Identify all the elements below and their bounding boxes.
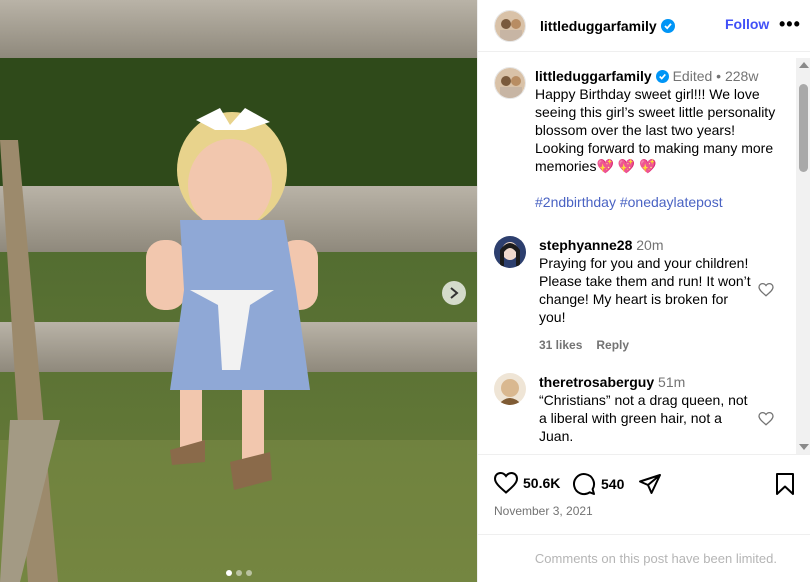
comment-username[interactable]: theretrosaberguy (539, 374, 654, 390)
caption-emoji: 💖 💖 💖 (596, 158, 657, 174)
comment-text: Praying for you and your children! Pleas… (539, 255, 751, 325)
caption-age: 228w (724, 68, 759, 84)
comments-scrollbar[interactable] (796, 58, 810, 454)
follow-button[interactable]: Follow (725, 16, 769, 32)
comment-likes[interactable]: 31 likes (539, 338, 582, 352)
comment-like-heart-icon[interactable] (758, 412, 774, 426)
post-header: littleduggarfamily Follow ••• (478, 0, 810, 52)
carousel-dot (235, 570, 242, 576)
verified-badge-icon (660, 18, 675, 33)
chevron-right-icon (450, 287, 459, 299)
next-image-button[interactable] (442, 281, 466, 305)
comment-icon (573, 473, 596, 496)
share-button[interactable] (638, 472, 662, 496)
carousel-dot (225, 570, 232, 576)
scroll-up-arrow-icon[interactable] (799, 62, 809, 68)
carousel-dots (0, 570, 477, 576)
save-button[interactable] (775, 472, 795, 496)
caption-avatar[interactable] (494, 67, 526, 99)
post-details-panel: littleduggarfamily Follow ••• littledugg… (477, 0, 810, 582)
post-photo[interactable] (0, 0, 477, 582)
author-username[interactable]: littleduggarfamily (540, 18, 675, 34)
comment-age: 51m (658, 374, 686, 390)
photo-illustration (0, 0, 477, 582)
post-actions-bar: 50.6K 540 November 3, 2021 (478, 454, 810, 534)
comments-limited-notice: Comments on this post have been limited. (478, 534, 810, 582)
author-avatar[interactable] (494, 9, 526, 42)
comment-age: 20m (636, 237, 664, 253)
carousel-dot (245, 570, 252, 576)
comments-list[interactable]: littleduggarfamily Edited • 228w Happy B… (478, 53, 796, 453)
caption-edited: Edited (672, 68, 713, 84)
verified-badge-icon (655, 70, 669, 83)
scrollbar-thumb[interactable] (799, 84, 808, 172)
like-count: 50.6K (523, 475, 561, 491)
save-icon (776, 473, 794, 495)
comment-username[interactable]: stephyanne28 (539, 237, 632, 253)
more-icon: ••• (779, 14, 801, 34)
caption-username[interactable]: littleduggarfamily (535, 68, 652, 84)
comment-button[interactable]: 540 (572, 472, 624, 496)
heart-icon (494, 472, 518, 494)
like-button[interactable]: 50.6K (494, 472, 560, 494)
comment-actions: 31 likes Reply (539, 336, 754, 354)
caption-separator: • (716, 68, 722, 84)
scroll-down-arrow-icon[interactable] (799, 444, 809, 450)
caption-hashtags[interactable]: #2ndbirthday #onedaylatepost (535, 193, 785, 211)
comment-text: “Christians” not a drag queen, not a lib… (539, 392, 748, 444)
commenter-avatar[interactable] (494, 373, 526, 405)
post-date: November 3, 2021 (494, 504, 593, 518)
comment-like-heart-icon[interactable] (758, 283, 774, 297)
more-options-button[interactable]: ••• (779, 14, 801, 35)
share-icon (639, 474, 661, 494)
commenter-avatar[interactable] (494, 236, 526, 268)
comment-count: 540 (601, 476, 625, 492)
comment-body: stephyanne28 20m Praying for you and you… (539, 236, 754, 354)
comment-body: theretrosaberguy 51m “Christians” not a … (539, 373, 754, 445)
caption-text-block: littleduggarfamily Edited • 228w Happy B… (535, 67, 785, 211)
comment-reply-button[interactable]: Reply (596, 338, 629, 352)
